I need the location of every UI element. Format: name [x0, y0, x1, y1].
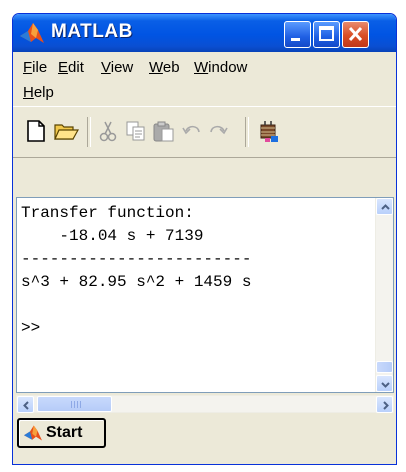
simulink-icon[interactable]: [257, 119, 283, 143]
menu-file[interactable]: File: [23, 59, 47, 76]
matlab-window: MATLAB File Edit View Web Window Help Tr…: [12, 13, 397, 465]
command-prompt[interactable]: >>: [21, 317, 371, 340]
command-output: Transfer function: -18.04 s + 7139 ------…: [21, 202, 371, 340]
maximize-button[interactable]: [313, 21, 340, 48]
menu-web[interactable]: Web: [149, 59, 180, 76]
new-file-icon[interactable]: [23, 119, 49, 143]
chevron-right-icon: [383, 401, 389, 410]
menu-view[interactable]: View: [101, 59, 133, 76]
matlab-logo-icon: [23, 424, 43, 442]
close-icon: [348, 26, 363, 42]
copy-icon[interactable]: [123, 119, 149, 143]
open-folder-icon[interactable]: [53, 119, 80, 143]
minimize-icon: [291, 38, 300, 41]
output-line: Transfer function:: [21, 204, 194, 222]
scroll-up-button[interactable]: [376, 198, 393, 215]
vertical-scrollbar[interactable]: [375, 198, 393, 392]
start-button-label: Start: [46, 424, 83, 441]
close-button[interactable]: [342, 21, 369, 48]
scroll-right-button[interactable]: [376, 396, 393, 413]
menubar-row-1: File Edit View Web Window: [13, 55, 396, 81]
chevron-left-icon: [23, 401, 29, 410]
scroll-down-button[interactable]: [376, 375, 393, 392]
undo-icon[interactable]: [179, 119, 205, 143]
thumb-grip: [71, 401, 81, 408]
scroll-left-button[interactable]: [17, 396, 34, 413]
toolbar-separator: [245, 117, 249, 147]
menu-edit[interactable]: Edit: [58, 59, 84, 76]
output-line: s^3 + 82.95 s^2 + 1459 s: [21, 273, 252, 291]
redo-icon[interactable]: [205, 119, 231, 143]
menubar-row-2: Help: [13, 80, 396, 106]
toolbar: [13, 106, 396, 158]
maximize-icon: [319, 26, 334, 41]
horizontal-scroll-thumb[interactable]: [37, 396, 112, 412]
vertical-scroll-thumb[interactable]: [376, 361, 393, 373]
window-title: MATLAB: [51, 21, 133, 42]
horizontal-scrollbar[interactable]: [16, 395, 394, 413]
command-window[interactable]: Transfer function: -18.04 s + 7139 ------…: [16, 197, 394, 393]
chevron-up-icon: [381, 204, 390, 210]
toolbar-separator: [87, 117, 91, 147]
minimize-button[interactable]: [284, 21, 311, 48]
matlab-logo-icon: [19, 21, 45, 45]
menu-window[interactable]: Window: [194, 59, 247, 76]
start-button[interactable]: Start: [17, 418, 106, 448]
output-line: ------------------------: [21, 250, 252, 268]
cut-icon[interactable]: [95, 119, 121, 143]
title-bar[interactable]: MATLAB: [13, 14, 396, 52]
chevron-down-icon: [381, 382, 390, 388]
menu-help[interactable]: Help: [23, 84, 54, 101]
output-line: -18.04 s + 7139: [21, 227, 204, 245]
paste-icon[interactable]: [151, 119, 177, 143]
